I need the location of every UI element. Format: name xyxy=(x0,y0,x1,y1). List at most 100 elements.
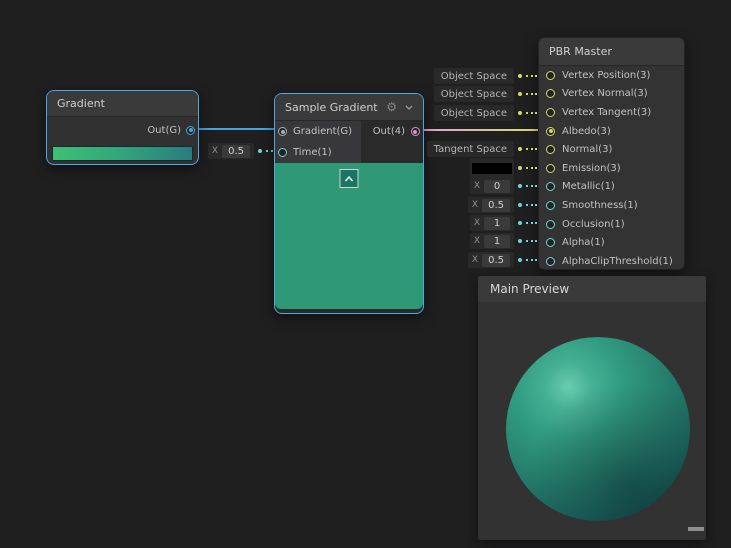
space-dropdown[interactable]: Object Space xyxy=(434,105,514,121)
connector-dot xyxy=(518,203,522,207)
connector-dash xyxy=(526,185,537,187)
alpha-value-field[interactable]: X 1 xyxy=(470,233,514,249)
sample-gradient-preview xyxy=(275,163,423,309)
alphaclip-value-field[interactable]: X 0.5 xyxy=(468,252,514,268)
emission-color-field[interactable] xyxy=(470,158,514,178)
node-gradient[interactable]: Gradient Out(G) xyxy=(46,90,199,165)
connector-dash xyxy=(526,93,537,95)
vertex-position-port[interactable] xyxy=(546,71,555,80)
gradient-input-port[interactable] xyxy=(278,127,287,136)
edge-gradient-to-sample[interactable] xyxy=(195,128,279,130)
collapse-preview-button[interactable] xyxy=(340,169,359,188)
vertex-tangent-label: Vertex Tangent(3) xyxy=(562,107,651,118)
time-value-field[interactable]: X 0.5 xyxy=(208,143,254,159)
albedo-label: Albedo(3) xyxy=(562,126,611,137)
edge-sample-to-albedo[interactable] xyxy=(419,129,545,131)
connector-dash xyxy=(526,259,537,261)
main-preview-title: Main Preview xyxy=(478,276,706,302)
resize-handle[interactable] xyxy=(688,527,704,531)
metallic-default-row: X 0 xyxy=(427,177,537,195)
x-prefix: X xyxy=(474,218,480,228)
metallic-value-field[interactable]: X 0 xyxy=(470,178,514,194)
node-pbr-master-title: PBR Master xyxy=(539,38,684,66)
x-prefix: X xyxy=(474,181,480,191)
smoothness-label: Smoothness(1) xyxy=(562,200,638,211)
connector-dash xyxy=(526,75,537,77)
gradient-input-label: Gradient(G) xyxy=(293,126,352,137)
occlusion-value-field[interactable]: X 1 xyxy=(470,215,514,231)
time-input-label: Time(1) xyxy=(293,147,332,158)
alpha-value[interactable]: 1 xyxy=(484,235,510,248)
gear-icon[interactable]: ⚙ xyxy=(386,101,397,113)
connector-dot xyxy=(518,147,522,151)
alphaclip-label: AlphaClipThreshold(1) xyxy=(562,256,673,267)
connector-dot xyxy=(518,166,522,170)
alpha-port[interactable] xyxy=(546,238,555,247)
emission-default-row xyxy=(427,159,537,177)
gradient-preview-bar[interactable] xyxy=(52,146,193,161)
connector-dot xyxy=(518,74,522,78)
connector-dash xyxy=(526,222,537,224)
connector-dot xyxy=(518,111,522,115)
smoothness-value[interactable]: 0.5 xyxy=(482,199,510,212)
connector-dot xyxy=(518,92,522,96)
normal-default-row: Tangent Space xyxy=(427,140,537,158)
occlusion-label: Occlusion(1) xyxy=(562,219,625,230)
main-preview-panel[interactable]: Main Preview xyxy=(478,276,706,540)
metallic-port[interactable] xyxy=(546,182,555,191)
vertex-position-label: Vertex Position(3) xyxy=(562,70,650,81)
out4-port[interactable] xyxy=(411,127,420,136)
connector-dot xyxy=(518,184,522,188)
time-default-row: X 0.5 xyxy=(205,142,277,160)
metallic-value[interactable]: 0 xyxy=(484,180,510,193)
emission-label: Emission(3) xyxy=(562,163,621,174)
smoothness-value-field[interactable]: X 0.5 xyxy=(468,197,514,213)
alphaclip-default-row: X 0.5 xyxy=(427,251,537,269)
space-dropdown[interactable]: Tangent Space xyxy=(427,141,514,157)
vertex-tangent-default-row: Object Space xyxy=(427,104,537,122)
color-swatch xyxy=(472,163,512,174)
out-g-port[interactable] xyxy=(186,126,195,135)
shader-graph-canvas[interactable]: Gradient Out(G) X 0.5 Sample Gradient ⚙ xyxy=(0,0,731,548)
time-input-port[interactable] xyxy=(278,148,287,157)
chevron-down-icon[interactable] xyxy=(405,105,413,110)
connector-dash xyxy=(526,204,537,206)
occlusion-port[interactable] xyxy=(546,220,555,229)
chevron-up-icon xyxy=(345,176,354,182)
connector-dot xyxy=(518,258,522,262)
space-dropdown[interactable]: Object Space xyxy=(434,86,514,102)
vertex-position-default-row: Object Space xyxy=(427,67,537,85)
metallic-label: Metallic(1) xyxy=(562,181,615,192)
space-dropdown[interactable]: Object Space xyxy=(434,68,514,84)
occlusion-value[interactable]: 1 xyxy=(484,217,510,230)
alphaclip-value[interactable]: 0.5 xyxy=(482,254,510,267)
connector-dash xyxy=(526,148,537,150)
node-gradient-title: Gradient xyxy=(47,91,198,117)
emission-port[interactable] xyxy=(546,164,555,173)
alphaclip-port[interactable] xyxy=(546,257,555,266)
time-value[interactable]: 0.5 xyxy=(222,145,250,158)
alpha-label: Alpha(1) xyxy=(562,237,605,248)
connector-dash xyxy=(526,240,537,242)
smoothness-port[interactable] xyxy=(546,201,555,210)
vertex-normal-port[interactable] xyxy=(546,89,555,98)
node-sample-gradient[interactable]: Sample Gradient ⚙ Gradient(G) Time(1) xyxy=(274,93,424,314)
connector-dash xyxy=(526,167,537,169)
x-prefix: X xyxy=(472,255,478,265)
node-sample-gradient-title: Sample Gradient xyxy=(285,101,378,114)
smoothness-default-row: X 0.5 xyxy=(427,196,537,214)
out4-label: Out(4) xyxy=(373,126,405,137)
x-prefix: X xyxy=(212,146,218,156)
connector-dot xyxy=(518,239,522,243)
node-pbr-master[interactable]: PBR Master Vertex Position(3) Vertex Nor… xyxy=(538,37,685,270)
normal-port[interactable] xyxy=(546,145,555,154)
albedo-port[interactable] xyxy=(546,127,555,136)
vertex-normal-label: Vertex Normal(3) xyxy=(562,88,648,99)
vertex-tangent-port[interactable] xyxy=(546,108,555,117)
connector-dash xyxy=(526,112,537,114)
normal-label: Normal(3) xyxy=(562,144,612,155)
connector-dot xyxy=(518,221,522,225)
preview-sphere[interactable] xyxy=(506,337,690,521)
vertex-normal-default-row: Object Space xyxy=(427,85,537,103)
alpha-default-row: X 1 xyxy=(427,232,537,250)
